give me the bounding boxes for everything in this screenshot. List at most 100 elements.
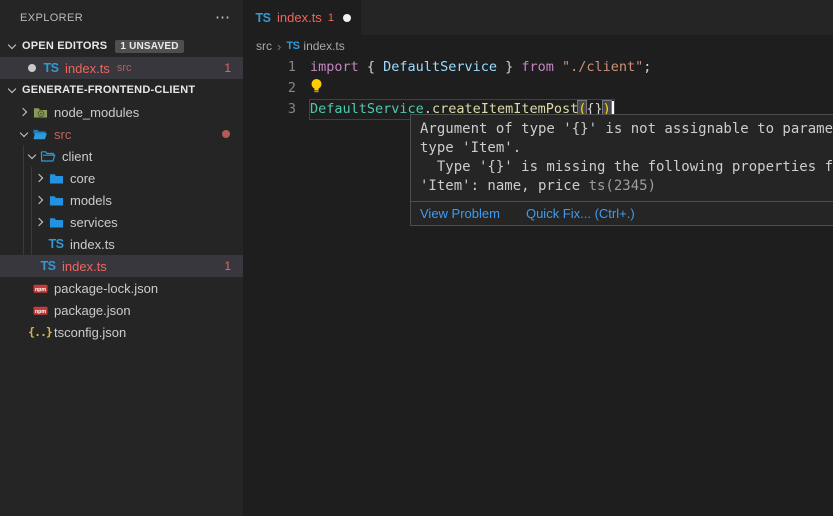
chevron-right-icon[interactable] [32, 170, 48, 186]
error-message-line: Type '{}' is missing the following prope… [420, 158, 833, 177]
folder-open-outline-icon [40, 148, 56, 164]
line-number: 1 [243, 57, 296, 78]
tree-item-label: package-lock.json [54, 281, 158, 296]
file-tree: node_modulessrc client core models services T… [0, 101, 243, 343]
code-line-content [310, 78, 327, 99]
tree-item-src[interactable]: src [0, 123, 243, 145]
tree-item-tsconfig-json[interactable]: {..} tsconfig.json [0, 321, 243, 343]
sidebar-header: EXPLORER ⋯ [0, 0, 243, 35]
tree-item-label: src [54, 127, 71, 142]
modified-dot-icon[interactable] [28, 64, 36, 72]
typescript-file-icon: TS [286, 40, 299, 52]
code-editor[interactable]: 1 import { DefaultService } from "./clien… [243, 57, 833, 120]
tree-item-services[interactable]: services [0, 211, 243, 233]
line-number: 2 [243, 78, 296, 99]
error-count-badge: 1 [224, 61, 243, 75]
typescript-file-icon: TS [43, 60, 59, 76]
code-token: "./client" [562, 59, 643, 75]
open-editors-label: OPEN EDITORS [22, 40, 107, 52]
svg-text:npm: npm [34, 287, 45, 293]
unsaved-count-badge: 1 UNSAVED [115, 40, 183, 53]
chevron-down-icon[interactable] [4, 82, 20, 98]
tree-item-label: tsconfig.json [54, 325, 126, 340]
ts-error-code: ts(2345) [589, 178, 656, 194]
tree-item-label: services [70, 215, 118, 230]
chevron-down-icon[interactable] [4, 38, 20, 54]
tree-item-label: models [70, 193, 112, 208]
svg-text:npm: npm [34, 309, 45, 315]
npm-icon: npm [32, 302, 48, 318]
chevron-right-icon[interactable] [32, 214, 48, 230]
chevron-down-icon[interactable] [24, 148, 40, 164]
tree-item-package-json[interactable]: npm package.json [0, 299, 243, 321]
more-actions-icon[interactable]: ⋯ [215, 13, 231, 23]
tab-error-count: 1 [328, 12, 334, 24]
chevron-down-icon[interactable] [16, 126, 32, 142]
code-token: DefaultService [383, 59, 497, 75]
open-editor-item-index-ts[interactable]: TS index.ts src 1 [0, 57, 243, 79]
tree-item-label: index.ts [70, 237, 115, 252]
folder-icon [48, 192, 64, 208]
tree-item-index-ts[interactable]: TS index.ts 1 [0, 255, 243, 277]
error-message-line: Argument of type '{}' is not assignable … [420, 120, 833, 139]
tree-item-label: core [70, 171, 95, 186]
tree-item-label: node_modules [54, 105, 139, 120]
tab-bar: TS index.ts 1 [243, 0, 833, 35]
view-problem-link[interactable]: View Problem [420, 206, 500, 221]
tab-file-name: index.ts [277, 10, 322, 25]
typescript-file-icon: TS [255, 10, 271, 26]
line-number: 3 [243, 99, 296, 120]
quick-fix-link[interactable]: Quick Fix... (Ctrl+.) [526, 206, 635, 221]
code-token: } [497, 59, 521, 75]
ts-icon: TS [40, 258, 56, 274]
error-count-badge: 1 [224, 259, 243, 273]
explorer-title: EXPLORER [20, 12, 83, 24]
folder-open-icon [32, 126, 48, 142]
npm-icon: npm [32, 280, 48, 296]
error-message: Argument of type '{}' is not assignable … [411, 115, 833, 201]
open-editor-file-detail: src [117, 62, 132, 74]
code-token: from [521, 59, 554, 75]
tree-item-label: client [62, 149, 92, 164]
open-editors-section-header[interactable]: OPEN EDITORS 1 UNSAVED [0, 35, 243, 57]
tree-item-core[interactable]: core [0, 167, 243, 189]
editor-group: TS index.ts 1 src › TS index.ts 1 import … [243, 0, 833, 516]
breadcrumb-separator-icon: › [277, 39, 281, 54]
explorer-sidebar: EXPLORER ⋯ OPEN EDITORS 1 UNSAVED TS ind… [0, 0, 243, 516]
project-section-header[interactable]: GENERATE-FRONTEND-CLIENT [0, 79, 243, 101]
code-token: DefaultService [310, 101, 424, 117]
tree-item-package-lock-json[interactable]: npm package-lock.json [0, 277, 243, 299]
open-editor-file-name: index.ts [65, 61, 110, 76]
tab-modified-dot-icon[interactable] [343, 14, 351, 22]
code-token: import [310, 59, 359, 75]
tree-item-models[interactable]: models [0, 189, 243, 211]
error-message-line: type 'Item'. [420, 139, 833, 158]
tree-item-node-modules[interactable]: node_modules [0, 101, 243, 123]
lightbulb-icon[interactable] [310, 78, 323, 101]
folder-icon [48, 214, 64, 230]
tooltip-actions: View Problem Quick Fix... (Ctrl+.) [411, 201, 833, 225]
node-folder-icon [32, 104, 48, 120]
tree-item-label: package.json [54, 303, 131, 318]
json-icon: {..} [32, 324, 48, 340]
code-token: { [359, 59, 383, 75]
breadcrumb-folder[interactable]: src [256, 39, 272, 53]
breadcrumb-file[interactable]: index.ts [303, 39, 344, 53]
tree-item-client[interactable]: client [0, 145, 243, 167]
code-token [554, 59, 562, 75]
chevron-right-icon[interactable] [32, 192, 48, 208]
tree-item-label: index.ts [62, 259, 107, 274]
modified-error-dot-icon [222, 130, 230, 138]
code-line-2[interactable]: 2 [243, 78, 833, 99]
code-token: ; [643, 59, 651, 75]
error-hover-tooltip: Argument of type '{}' is not assignable … [410, 114, 833, 226]
vscode-window: { "colors":{"sidebar_bg":"#252526","edit… [0, 0, 833, 516]
chevron-right-icon[interactable] [16, 104, 32, 120]
folder-icon [48, 170, 64, 186]
code-line-content: import { DefaultService } from "./client… [310, 57, 651, 78]
code-line-1[interactable]: 1 import { DefaultService } from "./clien… [243, 57, 833, 78]
breadcrumb: src › TS index.ts [243, 35, 833, 57]
project-name-label: GENERATE-FRONTEND-CLIENT [22, 84, 195, 96]
tab-index-ts[interactable]: TS index.ts 1 [243, 0, 361, 35]
tree-item-index-ts[interactable]: TSindex.ts [0, 233, 243, 255]
